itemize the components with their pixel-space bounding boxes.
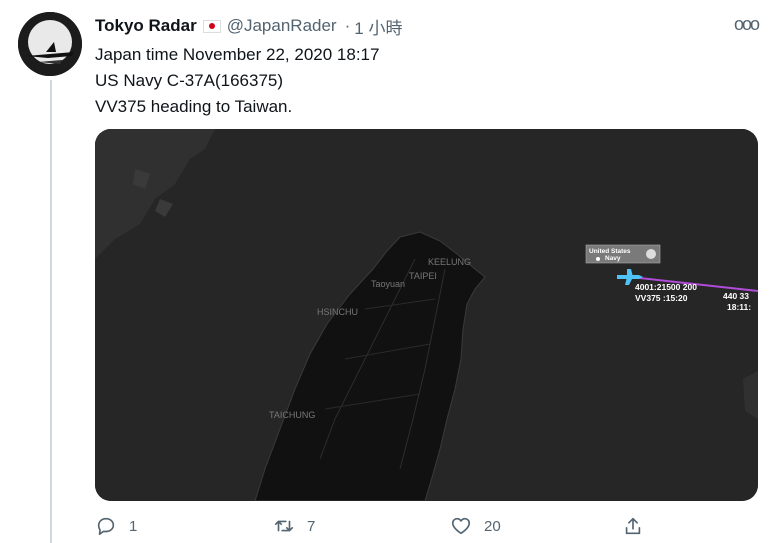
flight-callsign-time: VV375 :15:20: [635, 293, 688, 303]
map-label-keelung: KEELUNG: [428, 257, 471, 267]
trail-time: 18:11:: [727, 302, 751, 312]
map-label-taipei: TAIPEI: [409, 271, 437, 281]
separator-dot: ·: [344, 16, 351, 35]
author-name[interactable]: Tokyo Radar: [95, 16, 197, 36]
tweet-header: Tokyo Radar @JapanRader · 1 小時: [95, 14, 760, 38]
reply-button[interactable]: 1: [95, 515, 137, 537]
owner-line2: Navy: [605, 255, 621, 262]
map-label-hsinchu: HSINCHU: [317, 307, 358, 317]
tweet-line: VV375 heading to Taiwan.: [95, 97, 293, 116]
share-button[interactable]: [622, 515, 644, 537]
like-button[interactable]: 20: [450, 515, 501, 537]
tweet-text: Japan time November 22, 2020 18:17 US Na…: [95, 42, 379, 120]
tweet-line: US Navy C-37A(166375): [95, 71, 284, 90]
author-handle[interactable]: @JapanRader: [227, 16, 337, 36]
owner-emblem-icon: [646, 249, 656, 259]
more-options-icon[interactable]: ooo: [734, 14, 760, 35]
tweet-timestamp[interactable]: 1 小時: [354, 14, 402, 39]
retweet-icon: [274, 520, 294, 532]
tweet-line: Japan time November 22, 2020 18:17: [95, 45, 380, 64]
reply-count: 1: [129, 517, 138, 535]
heart-icon: [451, 517, 471, 535]
reply-icon: [97, 517, 115, 536]
owner-line1: United States: [589, 248, 631, 255]
retweet-count: 7: [307, 517, 316, 535]
thread-line: [50, 80, 52, 543]
avatar-image: [18, 12, 82, 76]
share-icon: [625, 517, 641, 535]
japan-flag-icon: [202, 19, 221, 33]
flight-alt-speed: 4001:21500 200: [635, 282, 697, 292]
like-count: 20: [484, 517, 501, 535]
avatar[interactable]: [18, 12, 82, 76]
tweet-media-map[interactable]: KEELUNG TAIPEI Taoyuan HSINCHU TAICHUNG …: [95, 129, 758, 501]
map-label-taichung: TAICHUNG: [269, 410, 315, 420]
trail-altitude: 440 33: [723, 291, 749, 301]
tweet-actions: 1 7 20: [95, 512, 655, 540]
aircraft-owner-box: United States Navy: [585, 244, 661, 264]
retweet-button[interactable]: 7: [273, 515, 315, 537]
owner-star-icon: [596, 257, 600, 261]
flight-radar-map: KEELUNG TAIPEI Taoyuan HSINCHU TAICHUNG …: [95, 129, 758, 501]
map-label-taoyuan: Taoyuan: [371, 279, 405, 289]
